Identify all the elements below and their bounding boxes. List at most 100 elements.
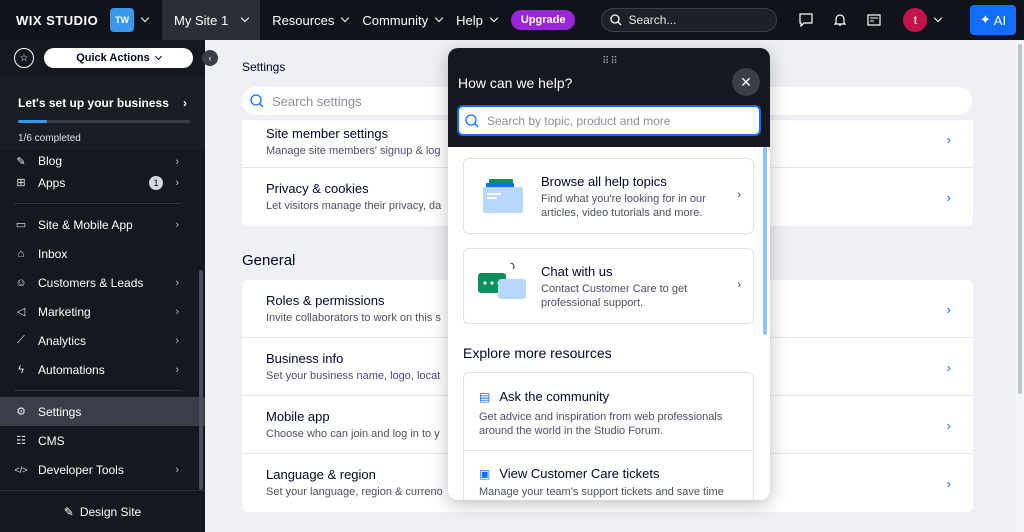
site-name: My Site 1 — [174, 12, 229, 28]
sidebar-item-automations[interactable]: ϟ Automations › — [0, 355, 205, 384]
quick-actions-label: Quick Actions — [76, 52, 150, 64]
sidebar-item-label: Marketing — [38, 304, 91, 319]
customer-care-tickets-item[interactable]: ▣ View Customer Care tickets Manage your … — [464, 451, 753, 500]
chevron-right-icon: › — [175, 276, 179, 289]
browse-help-topics-card[interactable]: Browse all help topics Find what you're … — [463, 158, 754, 234]
help-panel-scrollbar[interactable] — [763, 147, 767, 335]
sidebar-divider — [14, 203, 181, 204]
chevron-down-icon — [489, 13, 499, 23]
cms-icon: ☷ — [16, 435, 26, 447]
setup-title: Let's set up your business — [18, 96, 169, 110]
chevron-right-icon: › — [175, 463, 179, 476]
analytics-icon: ⟋ — [17, 334, 25, 346]
ask-community-subtitle: Get advice and inspiration from web prof… — [479, 411, 723, 437]
code-icon: </> — [14, 464, 28, 475]
search-icon — [610, 14, 622, 26]
chevron-right-icon: › — [946, 360, 951, 375]
chevron-right-icon: › — [175, 176, 179, 189]
sidebar-item-label: Site & Mobile App — [38, 217, 133, 232]
avatar[interactable]: t — [903, 8, 928, 32]
chevron-down-icon — [154, 52, 162, 60]
news-icon[interactable] — [867, 13, 882, 27]
ai-button[interactable]: ✦ AI — [970, 5, 1016, 35]
search-icon — [250, 94, 264, 108]
close-icon[interactable]: ✕ — [732, 68, 760, 96]
ask-community-item[interactable]: ▤ Ask the community Get advice and inspir… — [464, 373, 753, 451]
sidebar-item-settings[interactable]: ⚙ Settings — [0, 397, 205, 426]
nav-resources[interactable]: Resources — [272, 12, 350, 28]
sidebar-item-label: Developer Tools — [38, 462, 124, 477]
help-panel-header: ⠿⠿ How can we help? ✕ Search by topic, p… — [448, 48, 770, 147]
ask-community-title: Ask the community — [499, 389, 610, 404]
star-icon[interactable]: ☆ — [14, 48, 34, 68]
drag-handle-icon[interactable]: ⠿⠿ — [602, 56, 619, 67]
resources-card: ▤ Ask the community Get advice and inspir… — [463, 372, 754, 500]
sidebar-item-site-mobile-app[interactable]: ▭ Site & Mobile App › — [0, 210, 205, 239]
global-search-input[interactable]: Search... — [601, 8, 778, 32]
chevron-right-icon: › — [946, 132, 951, 147]
page-title: Settings — [242, 60, 286, 74]
chevron-right-icon: › — [737, 279, 741, 291]
sidebar-item-label: Settings — [38, 404, 82, 419]
sidebar-item-apps[interactable]: ⊞ Apps 1 › — [0, 168, 205, 197]
quick-actions-button[interactable]: Quick Actions — [44, 48, 193, 68]
sidebar-item-label: Automations — [38, 362, 105, 377]
sidebar-item-label: CMS — [38, 433, 65, 448]
nav-help[interactable]: Help — [456, 13, 499, 28]
blog-icon: ✎ — [16, 156, 26, 168]
chat-with-us-card[interactable]: Chat with us Contact Customer Care to ge… — [463, 248, 754, 324]
chevron-down-icon[interactable] — [140, 13, 150, 23]
chevron-right-icon: › — [737, 189, 741, 201]
explore-resources-heading: Explore more resources — [463, 345, 612, 361]
sidebar-item-label: Analytics — [38, 333, 87, 348]
chevron-right-icon: › — [946, 476, 951, 491]
sidebar-item-customers-leads[interactable]: ☺ Customers & Leads › — [0, 268, 205, 297]
chevron-right-icon: › — [175, 156, 179, 168]
top-bar: WIX STUDIO TW My Site 1 Resources Commun… — [0, 0, 1024, 40]
pencil-icon: ✎ — [63, 504, 74, 519]
page-scrollbar[interactable] — [1016, 40, 1024, 532]
chat-illustration — [478, 263, 526, 299]
sidebar-item-marketing[interactable]: ◁ Marketing › — [0, 297, 205, 326]
help-search-input[interactable]: Search by topic, product and more — [457, 105, 761, 136]
help-title: How can we help? — [458, 75, 573, 91]
help-panel-body: Browse all help topics Find what you're … — [448, 147, 770, 500]
upgrade-button[interactable]: Upgrade — [510, 10, 576, 30]
global-search-placeholder: Search... — [628, 13, 677, 27]
chat-with-us-title: Chat with us — [541, 264, 613, 279]
help-topics-illustration — [483, 179, 523, 213]
ai-button-label: AI — [993, 12, 1007, 28]
search-icon — [465, 113, 479, 127]
general-heading: General — [242, 252, 296, 269]
design-site-label: Design Site — [79, 504, 142, 519]
sidebar-scrollbar[interactable] — [199, 270, 203, 490]
sidebar-divider — [14, 390, 181, 391]
settings-icon: ⚙ — [16, 406, 26, 418]
site-selector[interactable]: My Site 1 — [162, 0, 261, 40]
wix-studio-logo[interactable]: WIX STUDIO — [16, 13, 108, 28]
sidebar-item-analytics[interactable]: ⟋ Analytics › — [0, 326, 205, 355]
inbox-icon: ⌂ — [17, 247, 25, 260]
help-search-placeholder: Search by topic, product and more — [487, 113, 671, 128]
nav-community[interactable]: Community — [362, 12, 444, 28]
sidebar-item-inbox[interactable]: ⌂ Inbox — [0, 239, 205, 268]
chat-icon[interactable] — [799, 13, 814, 27]
setup-progress-text: 1/6 completed — [18, 133, 81, 144]
chevron-right-icon: › — [175, 305, 179, 318]
nav-resources-label: Resources — [272, 12, 335, 28]
workspace-badge[interactable]: TW — [110, 8, 134, 32]
chevron-down-icon[interactable] — [934, 13, 943, 23]
nav-community-label: Community — [362, 12, 429, 28]
sidebar-item-cms[interactable]: ☷ CMS — [0, 426, 205, 455]
browse-help-title: Browse all help topics — [541, 174, 667, 189]
sidebar-item-developer-tools[interactable]: </> Developer Tools › — [0, 455, 205, 484]
page-scrollbar-thumb[interactable] — [1018, 44, 1022, 394]
sidebar-item-blog[interactable]: ✎ Blog › — [0, 146, 205, 168]
marketing-icon: ◁ — [16, 306, 26, 318]
design-site-button[interactable]: ✎ Design Site — [0, 490, 205, 532]
customers-icon: ☺ — [15, 276, 27, 289]
bell-icon[interactable] — [833, 13, 847, 27]
setup-progress-panel[interactable]: Let's set up your business › 1/6 complete… — [0, 76, 205, 150]
setup-progress-bar — [18, 120, 190, 123]
ticket-icon: ▣ — [479, 466, 491, 481]
